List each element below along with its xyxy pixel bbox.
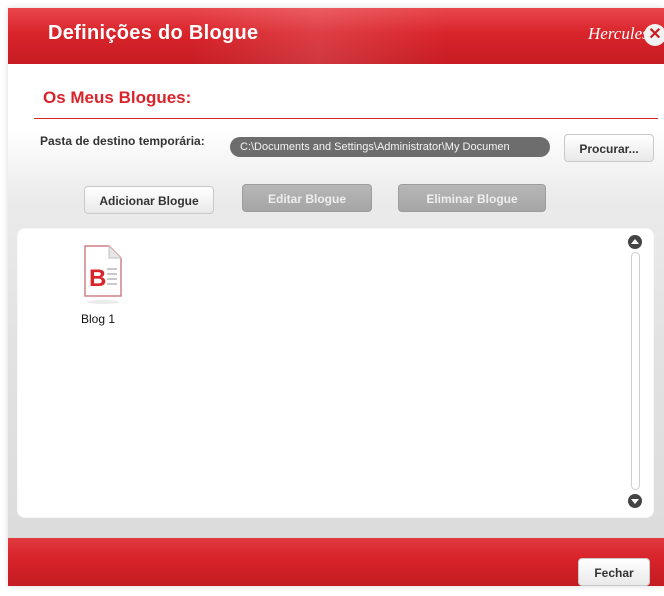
- settings-panel: Os Meus Blogues: Pasta de destino tempor…: [8, 64, 664, 538]
- edit-blog-button[interactable]: Editar Blogue: [242, 184, 372, 212]
- close-icon[interactable]: ✕: [644, 24, 664, 46]
- section-divider: [34, 118, 658, 119]
- close-button[interactable]: Fechar: [578, 558, 650, 586]
- delete-blog-button[interactable]: Eliminar Blogue: [398, 184, 546, 212]
- footer-bar: Fechar: [8, 538, 664, 586]
- blog-settings-window: Definições do Blogue Hercules ✕ Os Meus …: [8, 8, 664, 586]
- temp-folder-label: Pasta de destino temporária:: [40, 134, 205, 148]
- temp-folder-path-input[interactable]: [230, 137, 550, 157]
- scrollbar-track[interactable]: [631, 252, 640, 490]
- window-title: Definições do Blogue: [48, 22, 259, 44]
- blog-document-icon: B: [77, 240, 127, 311]
- blog-list-item[interactable]: B Blog 1: [67, 240, 157, 330]
- brand-logo: Hercules: [588, 24, 649, 43]
- blog-list: B Blog 1: [17, 228, 654, 518]
- section-title: Os Meus Blogues:: [43, 88, 192, 107]
- scroll-up-icon[interactable]: [628, 235, 642, 249]
- blog-name: Blog 1: [81, 312, 116, 326]
- svg-text:B: B: [89, 265, 106, 292]
- scroll-down-icon[interactable]: [628, 494, 642, 508]
- browse-button[interactable]: Procurar...: [564, 134, 654, 162]
- title-bar: Definições do Blogue Hercules ✕: [8, 8, 664, 64]
- add-blog-button[interactable]: Adicionar Blogue: [84, 186, 214, 214]
